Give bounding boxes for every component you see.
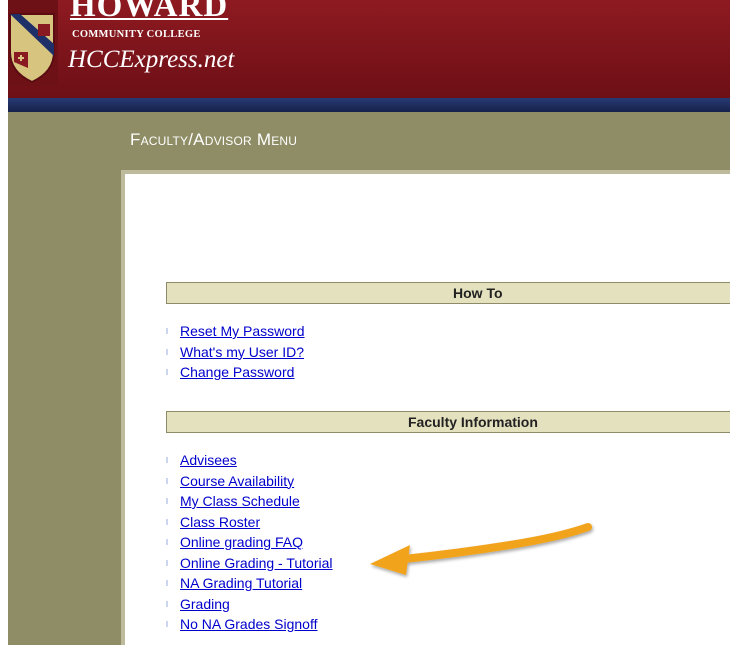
bullet-icon	[166, 621, 168, 627]
bullet-icon	[166, 477, 168, 484]
site-header: HOWARD COMMUNITY COLLEGE HCCExpress.net	[8, 0, 730, 100]
left-column	[8, 170, 121, 645]
bullet-icon	[166, 580, 168, 586]
na-grading-tutorial-link[interactable]: NA Grading Tutorial	[180, 573, 302, 593]
bullet-icon	[166, 498, 168, 504]
bullet-icon	[166, 348, 168, 355]
change-password-link[interactable]: Change Password	[180, 362, 294, 382]
class-roster-link[interactable]: Class Roster	[180, 512, 260, 532]
my-class-schedule-link[interactable]: My Class Schedule	[180, 491, 300, 511]
bullet-icon	[166, 559, 168, 566]
bullet-icon	[166, 600, 168, 607]
online-grading-faq-link[interactable]: Online grading FAQ	[180, 532, 303, 552]
page-title: Faculty/Advisor Menu	[130, 130, 298, 149]
brand-subtitle: COMMUNITY COLLEGE	[72, 29, 201, 40]
grading-link[interactable]: Grading	[180, 594, 230, 614]
bullet-icon	[166, 328, 168, 334]
header-stripe	[8, 98, 730, 112]
section-title: How To	[453, 285, 503, 301]
course-availability-link[interactable]: Course Availability	[180, 471, 294, 491]
bullet-icon	[166, 369, 168, 375]
advisees-link[interactable]: Advisees	[180, 450, 237, 470]
section-header-faculty-information: Faculty Information	[166, 411, 730, 433]
no-na-grades-signoff-link[interactable]: No NA Grades Signoff	[180, 614, 317, 634]
bullet-icon	[166, 539, 168, 545]
online-grading-tutorial-link[interactable]: Online Grading - Tutorial	[180, 553, 333, 573]
brand-site-name: HCCExpress.net	[68, 46, 235, 73]
college-crest-icon	[8, 0, 58, 86]
bullet-icon	[166, 457, 168, 463]
user-id-link[interactable]: What's my User ID?	[180, 342, 304, 362]
section-header-how-to: How To	[166, 282, 730, 304]
brand-title: HOWARD	[70, 0, 229, 24]
reset-password-link[interactable]: Reset My Password	[180, 321, 304, 341]
bullet-icon	[166, 518, 168, 525]
arrow-left-icon	[370, 523, 592, 575]
heading-band	[8, 112, 730, 170]
section-title: Faculty Information	[408, 414, 538, 430]
